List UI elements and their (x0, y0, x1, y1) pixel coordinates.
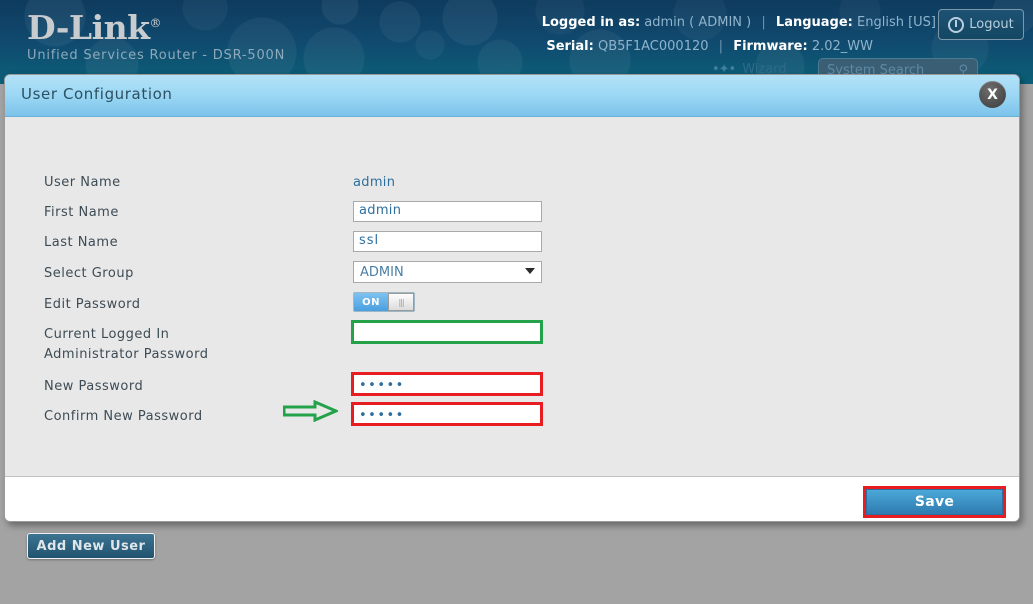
close-icon[interactable]: X (979, 81, 1006, 108)
logged-in-label: Logged in as: (541, 15, 641, 30)
close-label: X (987, 86, 998, 103)
chevron-down-icon (525, 268, 535, 274)
router-header: D-Link® Unified Services Router - DSR-50… (0, 0, 1033, 84)
add-new-user-label: Add New User (36, 538, 146, 554)
user-name-value: admin (353, 175, 396, 190)
new-password-input[interactable]: ••••• (351, 372, 543, 396)
logout-button[interactable]: Logout (938, 9, 1024, 40)
new-password-value: ••••• (359, 378, 405, 393)
user-configuration-dialog: User Configuration X User Name admin Fir… (4, 74, 1020, 522)
last-name-label: Last Name (44, 235, 119, 250)
brand-block: D-Link® Unified Services Router - DSR-50… (27, 4, 286, 64)
serial-value: QB5F1AC000120 (597, 39, 709, 54)
edit-password-label: Edit Password (44, 297, 141, 312)
field-row-select-group: Select Group ADMIN (5, 261, 1019, 296)
current-admin-password-label-line2: Administrator Password (44, 347, 209, 362)
registered-mark-icon: ® (149, 16, 162, 30)
save-button[interactable]: Save (866, 489, 1003, 515)
brand-logo-text: D-Link (27, 8, 150, 47)
divider: | (718, 39, 724, 54)
serial-label: Serial: (546, 39, 594, 54)
logged-in-value: admin ( ADMIN ) (644, 15, 752, 30)
user-name-label: User Name (44, 175, 121, 190)
firmware-label: Firmware: (733, 39, 808, 54)
confirm-new-password-label: Confirm New Password (44, 409, 203, 424)
new-password-label: New Password (44, 379, 144, 394)
field-row-current-admin-password: Current Logged In Administrator Password (5, 320, 1019, 373)
dialog-title-bar: User Configuration X (5, 75, 1019, 117)
select-group-label: Select Group (44, 266, 134, 281)
product-name: Unified Services Router - DSR-500N (27, 48, 286, 63)
firmware-value: 2.02_WW (811, 39, 873, 54)
dialog-body: User Name admin First Name admin Last Na… (5, 117, 1019, 477)
select-group-value: ADMIN (360, 264, 404, 280)
first-name-label: First Name (44, 205, 119, 220)
green-arrow-annotation-icon (283, 400, 338, 422)
header-status-line-1: Logged in as: admin ( ADMIN ) | Language… (542, 15, 936, 30)
divider: | (761, 15, 766, 30)
brand-logo: D-Link® (27, 4, 285, 47)
language-label: Language: (775, 15, 853, 30)
first-name-input[interactable]: admin (353, 201, 542, 222)
field-row-confirm-new-password: Confirm New Password ••••• (5, 402, 1019, 439)
header-status-line-2: Serial: QB5F1AC000120 | Firmware: 2.02_W… (546, 39, 873, 54)
logout-label: Logout (969, 17, 1014, 32)
last-name-input[interactable]: ssl (353, 231, 542, 252)
toggle-knob: ||| (388, 293, 414, 311)
toggle-state-label: ON (362, 296, 380, 308)
current-admin-password-input[interactable] (351, 320, 543, 344)
dialog-title: User Configuration (21, 85, 173, 103)
confirm-new-password-value: ••••• (359, 408, 405, 423)
current-admin-password-label: Current Logged In Administrator Password (44, 327, 208, 363)
current-admin-password-label-line1: Current Logged In (44, 327, 170, 342)
edit-password-toggle[interactable]: ON ||| (353, 292, 415, 312)
add-new-user-button[interactable]: Add New User (27, 533, 155, 559)
confirm-new-password-input[interactable]: ••••• (351, 402, 543, 426)
select-group-dropdown[interactable]: ADMIN (353, 261, 542, 283)
dialog-footer: Save (5, 477, 1019, 521)
language-value[interactable]: English [US] (857, 15, 936, 30)
save-button-highlight: Save (863, 486, 1006, 518)
power-icon (948, 16, 965, 33)
